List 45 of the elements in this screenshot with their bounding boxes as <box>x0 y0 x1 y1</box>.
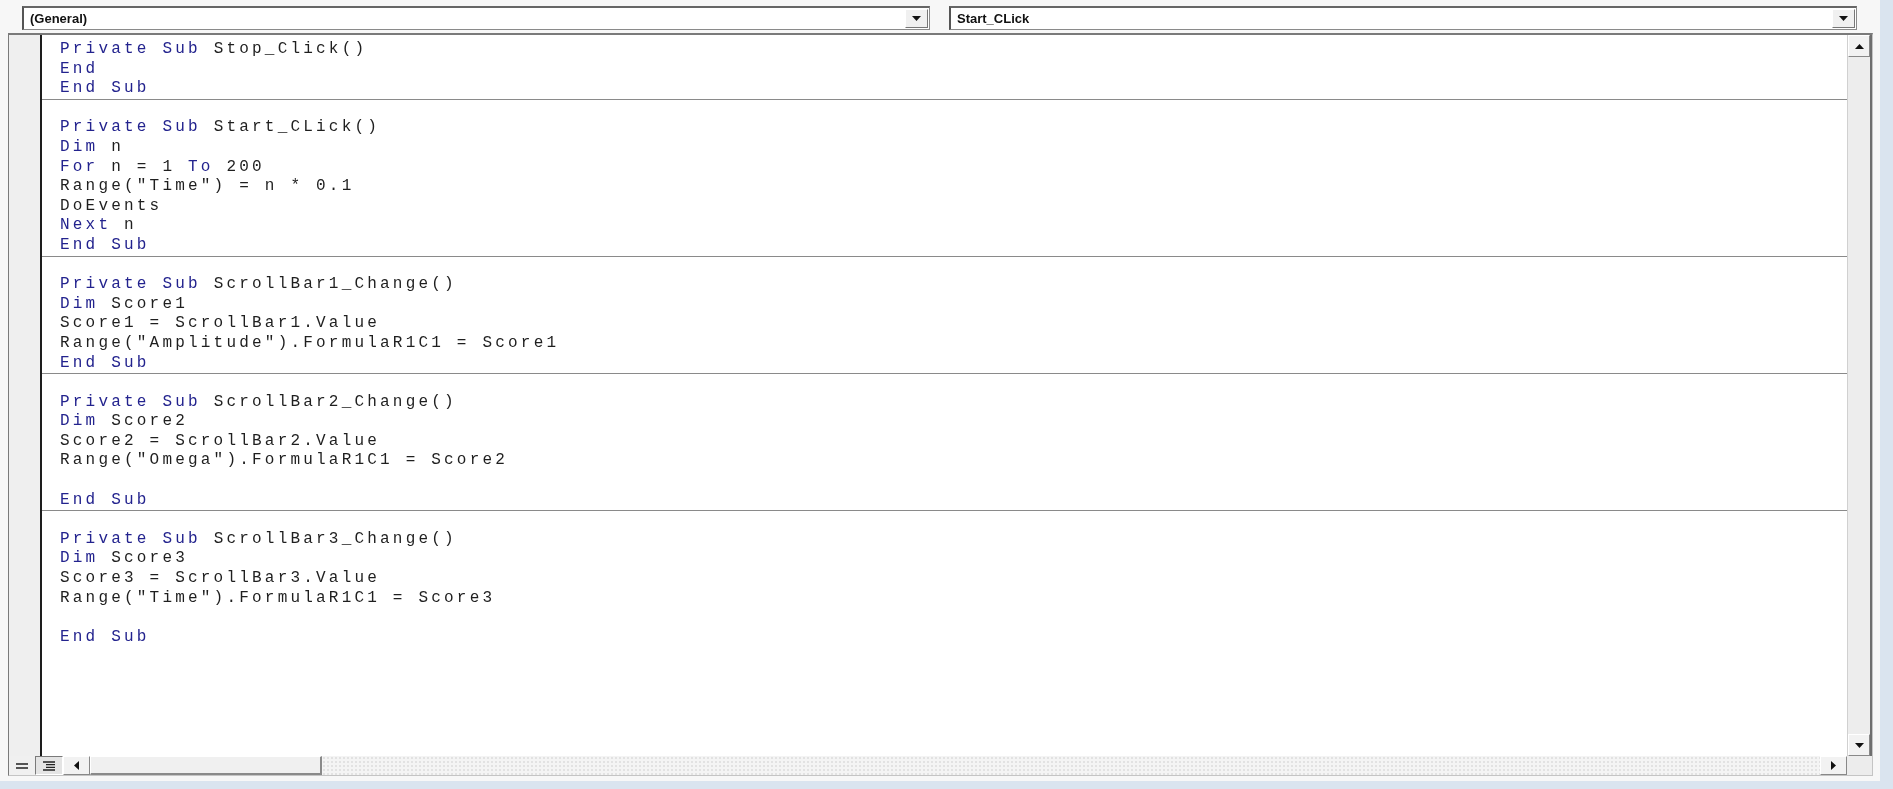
code-line: Private Sub Start_CLick() <box>60 118 381 138</box>
four-lines-icon <box>43 760 55 771</box>
scroll-right-button[interactable] <box>1820 756 1847 775</box>
code-line: End Sub <box>60 627 150 648</box>
code-line: Score3 = ScrollBar3.Value <box>60 569 381 589</box>
two-lines-icon <box>16 762 28 769</box>
code-line: Dim n <box>60 137 124 158</box>
code-line: Dim Score2 <box>60 412 189 432</box>
dropdown-button[interactable] <box>905 9 928 28</box>
code-line: Dim Score3 <box>60 549 189 570</box>
caret-down-icon <box>912 16 921 21</box>
code-line: Private Sub ScrollBar3_Change() <box>60 529 457 550</box>
vertical-scrollbar[interactable] <box>1847 35 1872 756</box>
code-line: Score1 = ScrollBar1.Value <box>60 314 381 334</box>
scroll-left-button[interactable] <box>63 756 90 775</box>
code-line: For n = 1 To 200 <box>60 157 265 178</box>
caret-down-icon <box>1839 16 1848 21</box>
dropdown-button[interactable] <box>1832 9 1855 28</box>
code-line: Range("Omega").FormulaR1C1 = Score2 <box>60 451 509 472</box>
code-line: Next n <box>60 216 137 236</box>
code-line: End Sub <box>60 490 150 511</box>
module-view-button[interactable] <box>35 756 63 775</box>
code-line: Dim Score1 <box>60 294 189 315</box>
code-line: End Sub <box>60 79 150 99</box>
procedure-dropdown[interactable]: Start_CLick <box>949 6 1857 30</box>
code-line: End Sub <box>60 235 150 256</box>
code-line: End <box>60 59 99 80</box>
object-dropdown[interactable]: (General) <box>22 6 930 30</box>
scrollbar-thumb[interactable] <box>90 756 322 775</box>
code-line: Private Sub Stop_Click() <box>60 40 368 60</box>
code-line: Score2 = ScrollBar2.Value <box>60 431 381 452</box>
code-line: Range("Time").FormulaR1C1 = Score3 <box>60 588 496 609</box>
caret-up-icon <box>1854 43 1864 49</box>
code-line: End Sub <box>60 353 150 374</box>
code-line: DoEvents <box>60 196 163 217</box>
scroll-down-button[interactable] <box>1848 734 1870 756</box>
code-line: Range("Time") = n * 0.1 <box>60 177 355 197</box>
caret-left-icon <box>74 761 79 770</box>
code-line: Range("Amplitude").FormulaR1C1 = Score1 <box>60 333 560 354</box>
code-line: Private Sub ScrollBar2_Change() <box>60 392 457 413</box>
caret-right-icon <box>1831 761 1836 770</box>
code-line: Private Sub ScrollBar1_Change() <box>60 275 457 295</box>
horizontal-scrollbar[interactable] <box>90 756 1820 775</box>
caret-down-icon <box>1854 742 1864 748</box>
scroll-up-button[interactable] <box>1848 35 1870 57</box>
